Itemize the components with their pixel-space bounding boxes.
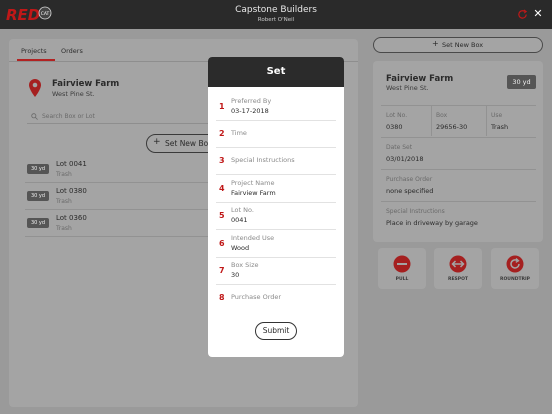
location-pin-icon [29, 79, 41, 97]
field-label: Time [231, 129, 247, 137]
field-value: Fairview Farm [231, 189, 276, 197]
project-address: West Pine St. [52, 90, 95, 98]
field-value: 0041 [231, 216, 248, 224]
search-icon [31, 113, 38, 120]
field-label: Intended Use [231, 234, 275, 242]
field-label: Project Name [231, 179, 275, 187]
use-label: Use [491, 112, 503, 119]
lot-no-label: Lot No. [386, 112, 408, 119]
time-field[interactable]: 2 Time [216, 123, 336, 148]
field-number: 5 [219, 211, 225, 220]
lot-row[interactable]: 30 yd Lot 0360 Trash [25, 211, 215, 237]
pull-label: PULL [395, 277, 409, 282]
lot-size-badge: 30 yd [27, 164, 49, 174]
date-set-label: Date Set [386, 144, 413, 151]
purchase-order-label: Purchase Order [386, 176, 433, 183]
respot-label: RESPOT [448, 277, 468, 282]
lot-row[interactable]: 30 yd Lot 0041 Trash [25, 157, 215, 183]
roundtrip-button[interactable]: ROUNDTRIP [491, 248, 539, 289]
field-number: 8 [219, 293, 225, 302]
box-size-field[interactable]: 7 Box Size 30 [216, 260, 336, 285]
special-instructions-label: Special Instructions [386, 208, 445, 215]
divider [486, 106, 487, 136]
detail-date-row: Date Set 03/01/2018 [381, 137, 536, 167]
date-set-value: 03/01/2018 [386, 155, 424, 163]
set-new-box-button-right[interactable]: + Set New Box [373, 37, 543, 53]
refresh-icon[interactable] [517, 9, 528, 20]
box-label: Box [436, 112, 448, 119]
field-label: Box Size [231, 261, 259, 269]
field-number: 2 [219, 129, 225, 138]
user-name: Robert O'Neil [257, 17, 295, 23]
app-title: Capstone Builders [235, 5, 317, 15]
detail-size-badge: 30 yd [507, 75, 536, 89]
field-value: 30 [231, 271, 240, 279]
roundtrip-icon [506, 255, 524, 273]
pull-button[interactable]: PULL [378, 248, 426, 289]
lot-size-badge: 30 yd [27, 218, 49, 228]
set-new-box-label: Set New Box [165, 139, 213, 148]
lot-size-badge: 30 yd [27, 191, 49, 201]
tab-projects[interactable]: Projects [21, 47, 47, 55]
field-label: Lot No. [231, 206, 254, 214]
lot-name: Lot 0041 [56, 160, 87, 168]
use-value: Trash [491, 123, 509, 131]
project-name: Fairview Farm [52, 79, 120, 89]
modal-title: Set [266, 66, 286, 77]
lot-no-value: 0380 [386, 123, 403, 131]
field-number: 4 [219, 184, 225, 193]
special-instructions-field[interactable]: 3 Special Instructions [216, 150, 336, 175]
divider [431, 106, 432, 136]
box-value: 29656-30 [436, 123, 468, 131]
roundtrip-label: ROUNDTRIP [500, 277, 530, 282]
field-value: Wood [231, 244, 250, 252]
detail-po-row: Purchase Order none specified [381, 169, 536, 199]
search-input[interactable]: Search Box or Lot [27, 110, 217, 124]
plus-icon: + [432, 39, 439, 48]
field-number: 7 [219, 266, 225, 275]
minus-circle-icon [393, 255, 411, 273]
lot-name: Lot 0380 [56, 187, 87, 195]
preferred-by-field[interactable]: 1 Preferred By 03-17-2018 [216, 96, 336, 121]
lot-name: Lot 0360 [56, 214, 87, 222]
field-number: 1 [219, 102, 225, 111]
purchase-order-value: none specified [386, 187, 434, 195]
set-box-modal: Set 1 Preferred By 03-17-2018 2 Time 3 S… [208, 57, 344, 357]
detail-info-row: Lot No. 0380 Box 29656-30 Use Trash [381, 105, 536, 136]
lot-type: Trash [56, 198, 72, 205]
detail-project-address: West Pine St. [386, 84, 429, 92]
field-value: 03-17-2018 [231, 107, 269, 115]
search-placeholder: Search Box or Lot [42, 113, 95, 120]
special-instructions-value: Place in driveway by garage [386, 219, 478, 227]
intended-use-field[interactable]: 6 Intended Use Wood [216, 233, 336, 258]
tab-orders[interactable]: Orders [61, 47, 83, 55]
top-bar: RED CAT Capstone Builders Robert O'Neil … [0, 0, 552, 29]
lot-row[interactable]: 30 yd Lot 0380 Trash [25, 184, 215, 210]
box-detail-card: Fairview Farm West Pine St. 30 yd Lot No… [373, 61, 543, 242]
submit-button[interactable]: Submit [255, 322, 297, 340]
respot-button[interactable]: RESPOT [434, 248, 482, 289]
purchase-order-field[interactable]: 8 Purchase Order [216, 287, 336, 312]
field-number: 3 [219, 156, 225, 165]
set-new-box-label: Set New Box [442, 41, 484, 49]
close-icon[interactable]: ✕ [532, 7, 544, 20]
lot-type: Trash [56, 225, 72, 232]
field-label: Purchase Order [231, 293, 282, 301]
field-number: 6 [219, 239, 225, 248]
lot-type: Trash [56, 171, 72, 178]
respot-arrows-icon [449, 255, 467, 273]
project-name-field[interactable]: 4 Project Name Fairview Farm [216, 178, 336, 203]
lot-no-field[interactable]: 5 Lot No. 0041 [216, 205, 336, 230]
detail-instructions-row: Special Instructions Place in driveway b… [381, 201, 536, 235]
modal-header: Set [208, 57, 344, 87]
field-label: Special Instructions [231, 156, 295, 164]
detail-project-name: Fairview Farm [386, 74, 454, 84]
plus-icon: + [153, 137, 161, 147]
field-label: Preferred By [231, 97, 272, 105]
